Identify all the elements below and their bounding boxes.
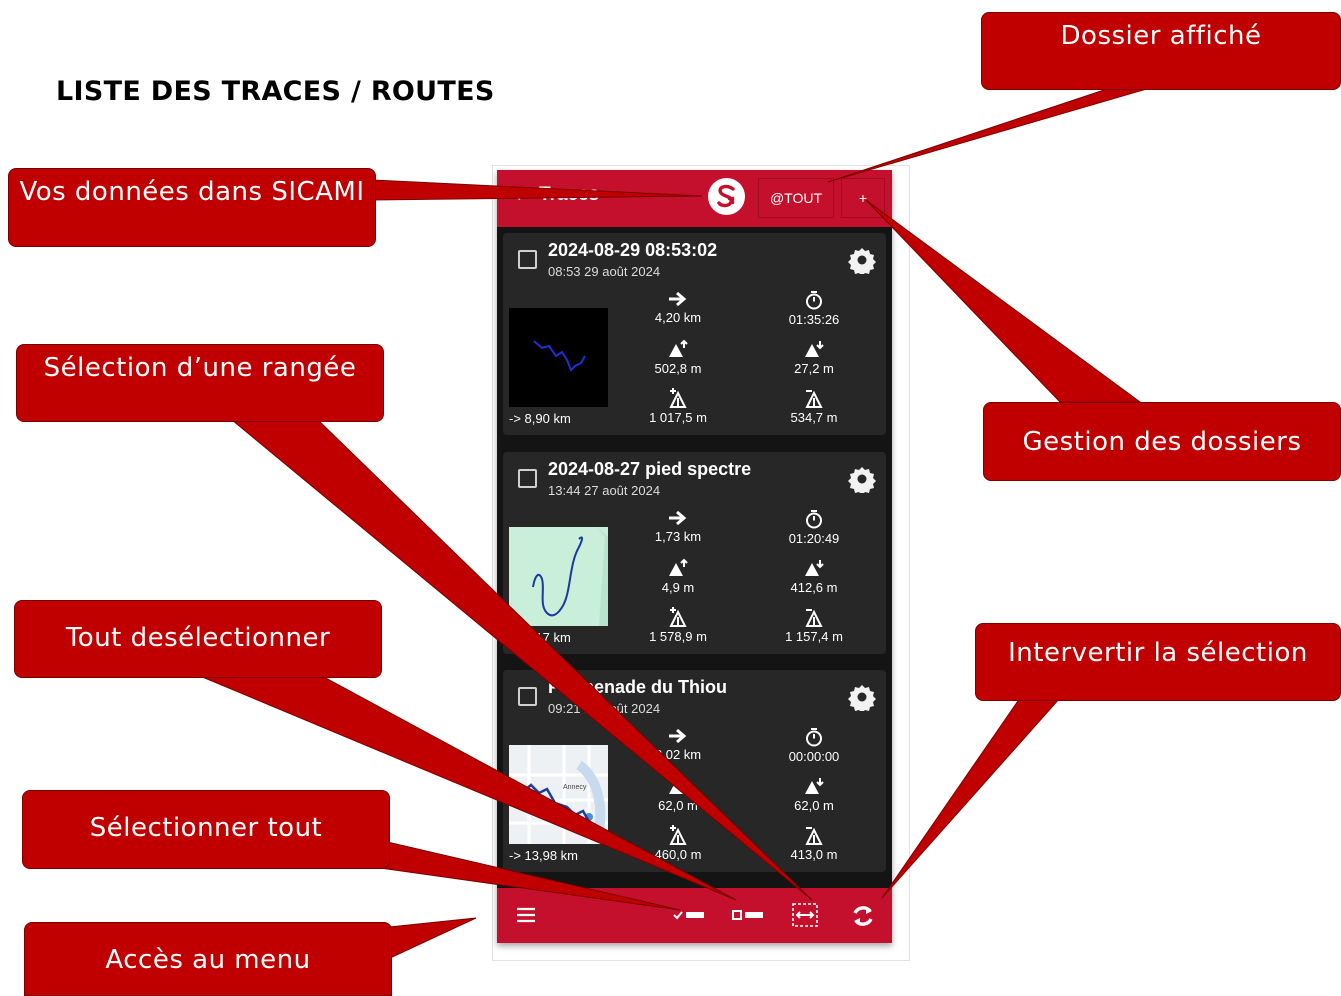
callout-invert-selection: Intervertir la sélection <box>975 623 1341 701</box>
track-date: 09:21 25 août 2024 <box>548 701 661 716</box>
sicami-logo-icon[interactable] <box>708 178 745 215</box>
gear-icon[interactable] <box>848 683 876 711</box>
mountain-down-icon <box>805 560 824 576</box>
elevation-loss-stat: 27,2 m <box>759 339 869 376</box>
summit-max-icon <box>669 825 687 845</box>
elevation-gain-stat: 62,0 m <box>623 776 733 813</box>
max-altitude-stat: 460,0 m <box>623 825 733 862</box>
page-title: LISTE DES TRACES / ROUTES <box>56 76 495 107</box>
summit-min-icon <box>805 827 823 845</box>
track-card[interactable]: 2024-08-27 pied spectre 13:44 27 août 20… <box>503 452 886 654</box>
distance-stat: 1,73 km <box>623 509 733 544</box>
stopwatch-icon <box>806 728 822 747</box>
phone-screen: ← Traces @TOUT + 2024-08-29 08:53:02 08:… <box>497 170 892 943</box>
track-thumbnail[interactable]: Annecy <box>509 745 608 844</box>
row-checkbox[interactable] <box>518 687 537 706</box>
elevation-loss-stat: 62,0 m <box>759 776 869 813</box>
mountain-down-icon <box>805 341 824 357</box>
callout-deselect-all: Tout desélectionner <box>14 600 382 678</box>
summit-max-icon <box>669 607 687 627</box>
track-title: 2024-08-27 pied spectre <box>548 459 752 479</box>
callout-select-all: Sélectionner tout <box>22 790 390 869</box>
mountain-up-icon <box>669 776 688 794</box>
min-altitude-stat: 1 157,4 m <box>759 607 869 644</box>
arrow-right-icon <box>669 728 687 744</box>
duration-stat: 01:35:26 <box>759 290 869 327</box>
arrow-right-icon <box>669 291 687 307</box>
back-arrow-icon[interactable]: ← <box>515 186 530 207</box>
mountain-up-icon <box>669 558 688 576</box>
distance-stat: 3,02 km <box>623 727 733 762</box>
crow-distance: -> 13,98 km <box>509 848 579 863</box>
track-title: Promenade du Thiou <box>548 677 728 697</box>
elevation-gain-stat: 4,9 m <box>623 558 733 595</box>
app-bar-title: Traces <box>539 184 600 205</box>
crow-distance: -> 2,17 km <box>509 630 571 645</box>
callout-row-selection: Sélection d’une rangée <box>16 344 384 422</box>
crow-distance: -> 8,90 km <box>509 411 571 426</box>
callout-menu-access: Accès au menu <box>24 922 392 996</box>
stopwatch-icon <box>806 291 822 310</box>
invert-selection-icon[interactable] <box>792 903 818 927</box>
map-label: Annecy <box>563 784 587 791</box>
app-bar: ← Traces @TOUT + <box>497 170 892 227</box>
mountain-down-icon <box>805 778 824 794</box>
track-card[interactable]: Promenade du Thiou 09:21 25 août 2024 An… <box>503 670 886 872</box>
track-card[interactable]: 2024-08-29 08:53:02 08:53 29 août 2024 4… <box>503 233 886 435</box>
folder-button[interactable]: @TOUT <box>758 178 834 218</box>
track-title: 2024-08-29 08:53:02 <box>548 240 718 260</box>
gear-icon[interactable] <box>848 246 876 274</box>
callout-your-data: Vos données dans SICAMI <box>8 168 376 247</box>
max-altitude-stat: 1 578,9 m <box>623 607 733 644</box>
stopwatch-icon <box>806 510 822 529</box>
bottom-toolbar <box>497 888 892 943</box>
add-folder-button[interactable]: + <box>841 178 885 218</box>
duration-stat: 01:20:49 <box>759 509 869 546</box>
row-checkbox[interactable] <box>518 469 537 488</box>
min-altitude-stat: 413,0 m <box>759 825 869 862</box>
track-thumbnail[interactable] <box>509 308 608 407</box>
deselect-all-icon[interactable] <box>732 907 764 923</box>
summit-max-icon <box>669 388 687 408</box>
row-checkbox[interactable] <box>518 250 537 269</box>
gear-icon[interactable] <box>848 465 876 493</box>
menu-icon[interactable] <box>516 907 536 923</box>
summit-min-icon <box>805 390 823 408</box>
select-all-icon[interactable] <box>673 907 705 923</box>
track-date: 13:44 27 août 2024 <box>548 483 661 498</box>
min-altitude-stat: 534,7 m <box>759 388 869 425</box>
sync-icon[interactable] <box>850 903 876 929</box>
summit-min-icon <box>805 609 823 627</box>
pointer-menu-access <box>379 917 477 959</box>
duration-stat: 00:00:00 <box>759 727 869 764</box>
max-altitude-stat: 1 017,5 m <box>623 388 733 425</box>
elevation-gain-stat: 502,8 m <box>623 339 733 376</box>
elevation-loss-stat: 412,6 m <box>759 558 869 595</box>
distance-stat: 4,20 km <box>623 290 733 325</box>
track-date: 08:53 29 août 2024 <box>548 264 661 279</box>
mountain-up-icon <box>669 339 688 357</box>
arrow-right-icon <box>669 510 687 526</box>
track-thumbnail[interactable] <box>509 527 608 626</box>
callout-folder-management: Gestion des dossiers <box>983 402 1341 481</box>
callout-folder-shown: Dossier affiché <box>981 12 1341 90</box>
